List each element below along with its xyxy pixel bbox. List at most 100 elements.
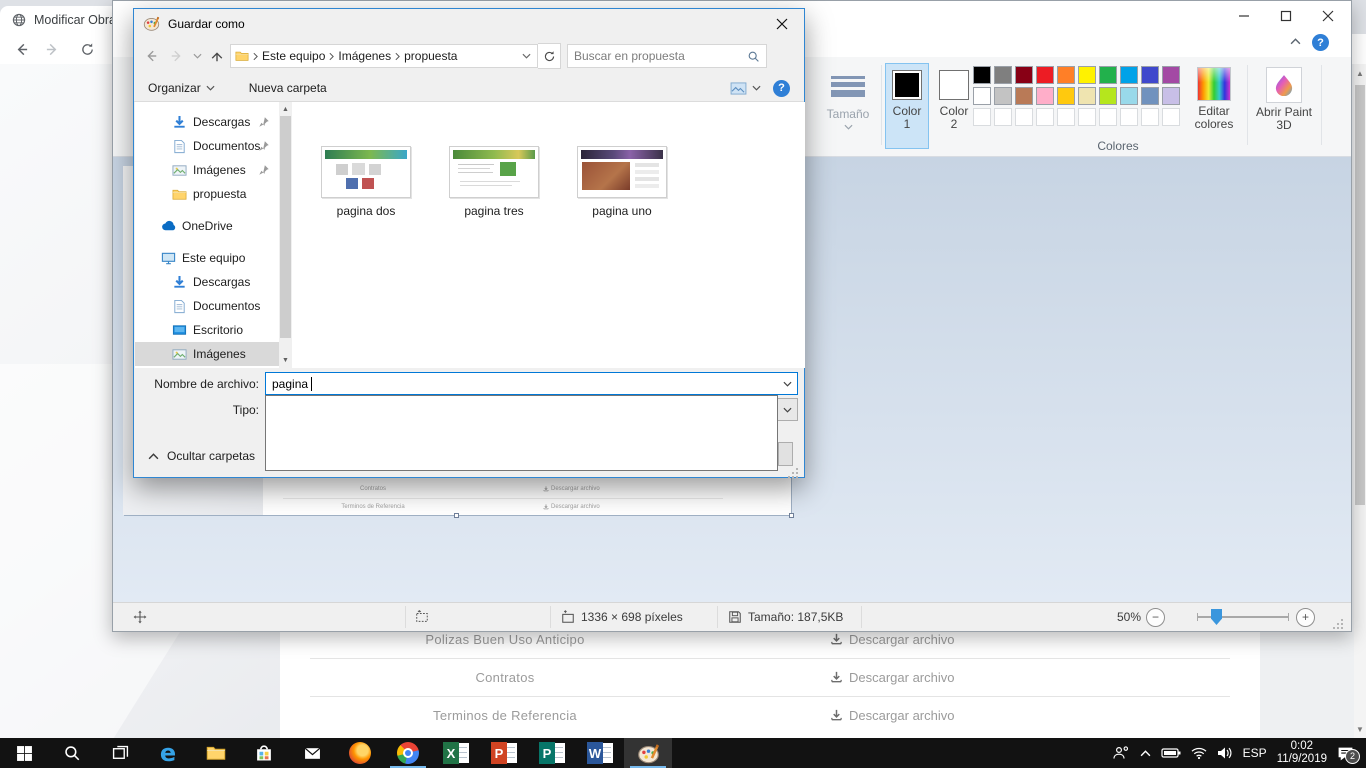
window-resize-grip[interactable]	[1341, 623, 1343, 625]
scrollbar-thumb[interactable]	[1355, 85, 1365, 505]
palette-color[interactable]	[1162, 87, 1180, 105]
palette-color[interactable]	[1078, 66, 1096, 84]
palette-empty-slot[interactable]	[994, 108, 1012, 126]
palette-color[interactable]	[1141, 87, 1159, 105]
nav-item-onedrive[interactable]: OneDrive	[135, 214, 279, 238]
palette-empty-slot[interactable]	[1099, 108, 1117, 126]
paint-help-button[interactable]: ?	[1312, 34, 1329, 51]
palette-color[interactable]	[1036, 87, 1054, 105]
palette-color[interactable]	[1099, 66, 1117, 84]
up-one-level-button[interactable]	[204, 43, 230, 69]
palette-color[interactable]	[1015, 87, 1033, 105]
palette-empty-slot[interactable]	[1015, 108, 1033, 126]
edit-colors-button[interactable]: Editar colores	[1187, 63, 1241, 131]
new-folder-button[interactable]: Nueva carpeta	[249, 81, 327, 95]
filename-input[interactable]: pagina	[265, 372, 798, 395]
palette-color[interactable]	[994, 66, 1012, 84]
breadcrumb-item[interactable]: Imágenes	[338, 49, 391, 63]
palette-color[interactable]	[1078, 87, 1096, 105]
task-view-button[interactable]	[96, 738, 144, 768]
wifi-icon[interactable]	[1191, 747, 1207, 759]
palette-color[interactable]	[1120, 66, 1138, 84]
hide-folders-button[interactable]: Ocultar carpetas	[148, 449, 255, 463]
address-dropdown-chevron[interactable]	[522, 53, 531, 59]
search-box[interactable]: Buscar en propuesta	[567, 44, 767, 68]
breadcrumb-item[interactable]: Este equipo	[262, 49, 325, 63]
nav-item-documentos[interactable]: Documentos	[135, 134, 279, 158]
nav-item-descargas-2[interactable]: Descargas	[135, 270, 279, 294]
palette-color[interactable]	[1120, 87, 1138, 105]
filename-autocomplete-dropdown[interactable]	[265, 395, 778, 471]
nav-scroll-up[interactable]: ▲	[279, 103, 292, 116]
nav-scroll-down[interactable]: ▼	[279, 354, 292, 367]
breadcrumb[interactable]: Este equipo Imágenes propuesta	[230, 44, 538, 68]
palette-color[interactable]	[1057, 87, 1075, 105]
palette-color[interactable]	[973, 66, 991, 84]
file-item-pagina-uno[interactable]: pagina uno	[576, 146, 668, 218]
clock[interactable]: 0:02 11/9/2019	[1277, 740, 1327, 766]
palette-color[interactable]	[1015, 66, 1033, 84]
battery-icon[interactable]	[1161, 747, 1181, 759]
browser-reload-button[interactable]	[76, 38, 98, 60]
minimize-button[interactable]	[1229, 1, 1259, 31]
hidden-icons-chevron[interactable]	[1140, 750, 1151, 757]
color2-button[interactable]: Color 2	[933, 63, 975, 149]
file-item-pagina-dos[interactable]: pagina dos	[320, 146, 412, 218]
nav-scrollbar[interactable]: ▲ ▼	[279, 102, 292, 368]
taskbar-file-explorer-icon[interactable]	[192, 738, 240, 768]
dialog-close-button[interactable]	[759, 9, 804, 38]
scrollbar-up-arrow[interactable]: ▲	[1354, 66, 1366, 80]
zoom-slider[interactable]	[1197, 616, 1289, 618]
download-link[interactable]: Descargar archivo	[830, 670, 955, 685]
taskbar-mail-icon[interactable]	[288, 738, 336, 768]
canvas-resize-handle-corner[interactable]	[789, 513, 794, 518]
nav-item-escritorio[interactable]: Escritorio	[135, 318, 279, 342]
taskbar-powerpoint-icon[interactable]: P	[480, 738, 528, 768]
breadcrumb-item[interactable]: propuesta	[404, 49, 457, 63]
palette-color[interactable]	[1099, 87, 1117, 105]
palette-color[interactable]	[1057, 66, 1075, 84]
canvas-resize-handle-bottom[interactable]	[454, 513, 459, 518]
palette-empty-slot[interactable]	[1120, 108, 1138, 126]
nav-item-descargas[interactable]: Descargas	[135, 110, 279, 134]
dialog-help-button[interactable]: ?	[773, 80, 790, 97]
palette-color[interactable]	[973, 87, 991, 105]
size-button[interactable]: Tamaño	[819, 63, 877, 149]
palette-empty-slot[interactable]	[1036, 108, 1054, 126]
taskbar-edge-icon[interactable]: e	[144, 738, 192, 768]
taskbar-publisher-icon[interactable]: P	[528, 738, 576, 768]
organize-menu-button[interactable]: Organizar	[148, 81, 215, 95]
filename-dropdown-chevron[interactable]	[778, 374, 796, 393]
dialog-forward-button[interactable]	[164, 43, 190, 69]
color1-button[interactable]: Color 1	[885, 63, 929, 149]
palette-color[interactable]	[1162, 66, 1180, 84]
filetype-dropdown-chevron[interactable]	[778, 400, 796, 419]
action-center-button[interactable]: 2	[1337, 746, 1354, 761]
browser-back-button[interactable]	[10, 38, 32, 60]
dialog-back-button[interactable]	[138, 43, 164, 69]
taskbar-search-button[interactable]	[48, 738, 96, 768]
taskbar-firefox-icon[interactable]	[336, 738, 384, 768]
palette-empty-slot[interactable]	[1141, 108, 1159, 126]
palette-empty-slot[interactable]	[1078, 108, 1096, 126]
palette-empty-slot[interactable]	[1162, 108, 1180, 126]
zoom-out-button[interactable]: −	[1146, 608, 1165, 627]
language-indicator[interactable]: ESP	[1243, 746, 1267, 760]
palette-empty-slot[interactable]	[973, 108, 991, 126]
taskbar-paint-icon[interactable]	[624, 738, 672, 768]
zoom-slider-thumb[interactable]	[1211, 609, 1222, 625]
close-button[interactable]	[1313, 1, 1343, 31]
taskbar-excel-icon[interactable]: X	[432, 738, 480, 768]
dialog-resize-grip[interactable]	[796, 472, 798, 474]
palette-color[interactable]	[994, 87, 1012, 105]
volume-icon[interactable]	[1217, 747, 1233, 759]
view-mode-button[interactable]	[730, 82, 761, 95]
nav-item-este-equipo[interactable]: Este equipo	[135, 246, 279, 270]
refresh-button[interactable]	[538, 43, 561, 69]
nav-scroll-thumb[interactable]	[280, 116, 291, 338]
button-fragment[interactable]	[778, 442, 793, 466]
zoom-in-button[interactable]: +	[1296, 608, 1315, 627]
start-button[interactable]	[0, 738, 48, 768]
scrollbar-down-arrow[interactable]: ▼	[1354, 722, 1366, 736]
nav-item-documentos-2[interactable]: Documentos	[135, 294, 279, 318]
